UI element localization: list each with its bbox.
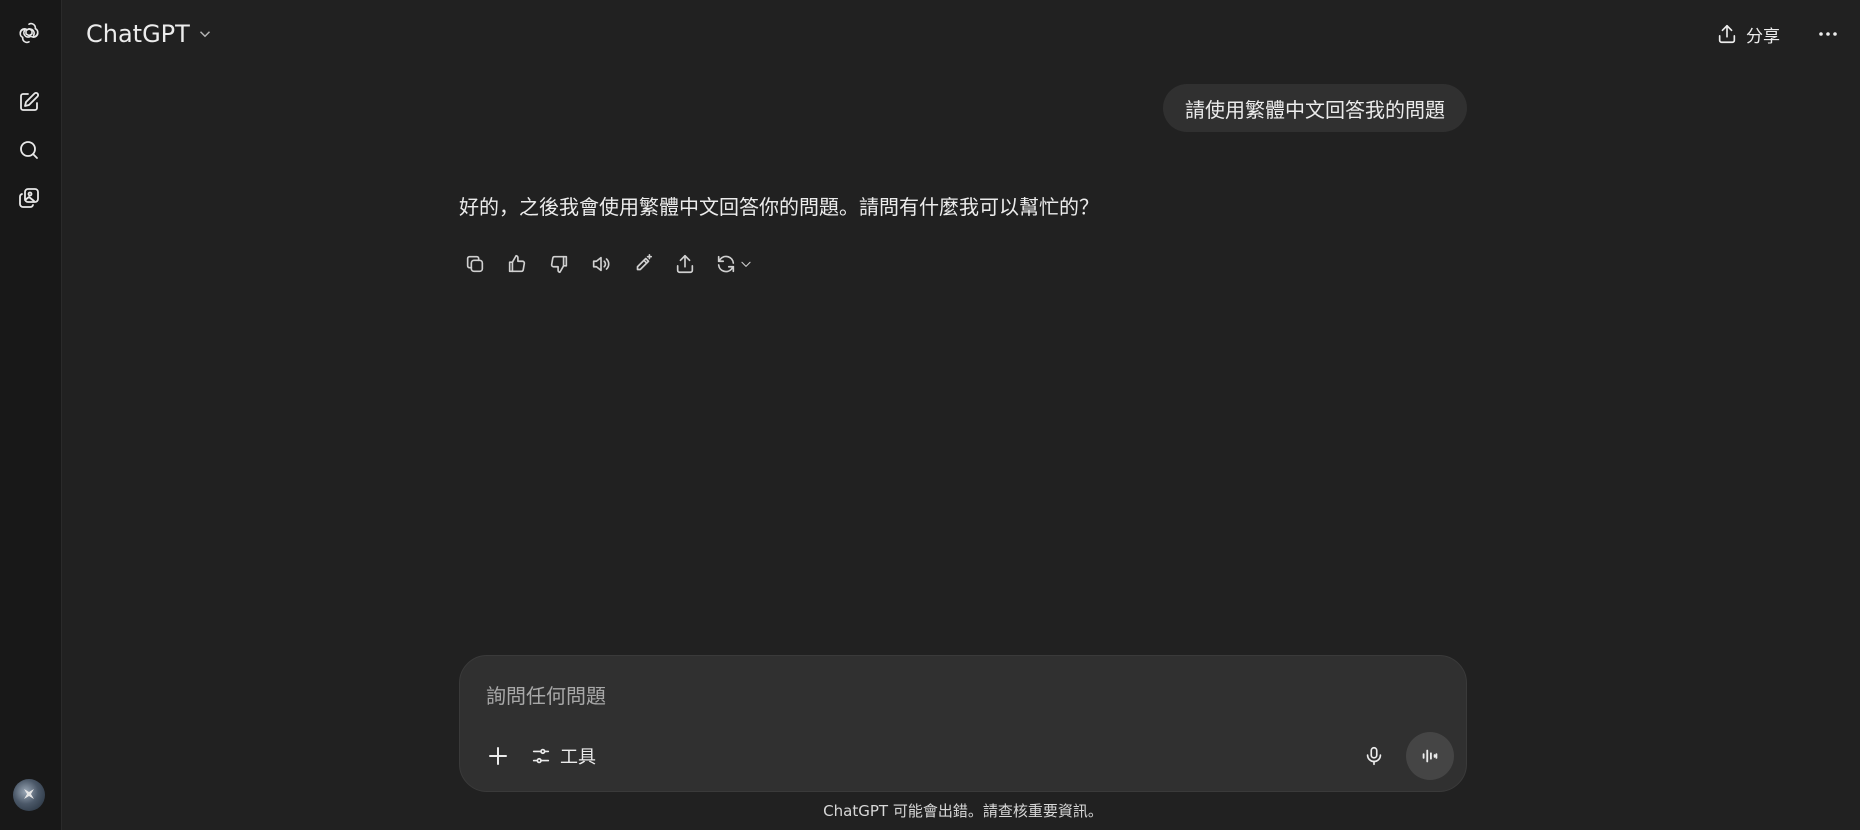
openai-logo-button[interactable] bbox=[13, 17, 45, 49]
more-horizontal-icon bbox=[1819, 32, 1837, 36]
share-icon bbox=[1718, 24, 1736, 44]
dictate-button[interactable] bbox=[1354, 736, 1394, 776]
voice-mode-button[interactable] bbox=[1406, 732, 1454, 780]
composer: 工具 bbox=[459, 655, 1467, 792]
tools-button[interactable]: 工具 bbox=[530, 736, 596, 776]
plus-icon bbox=[489, 747, 507, 765]
thumbs-up-icon bbox=[508, 254, 526, 273]
share-button[interactable]: 分享 bbox=[1716, 18, 1780, 50]
more-options-button[interactable] bbox=[1812, 18, 1844, 50]
user-message-text: 請使用繁體中文回答我的問題 bbox=[1185, 97, 1445, 122]
microphone-icon bbox=[1366, 746, 1382, 766]
sliders-icon bbox=[532, 748, 550, 764]
chevron-down-icon bbox=[741, 261, 751, 267]
attach-button[interactable] bbox=[478, 736, 518, 776]
read-aloud-button[interactable] bbox=[585, 248, 617, 280]
model-name: ChatGPT bbox=[86, 20, 190, 48]
disclaimer-text: ChatGPT 可能會出錯。請查核重要資訊。 bbox=[823, 802, 1103, 820]
library-button[interactable] bbox=[13, 182, 45, 214]
voice-wave-icon bbox=[1422, 749, 1438, 763]
copy-icon bbox=[466, 255, 484, 273]
good-response-button[interactable] bbox=[501, 248, 533, 280]
bad-response-button[interactable] bbox=[543, 248, 575, 280]
user-message-bubble: 請使用繁體中文回答我的問題 bbox=[1163, 84, 1467, 132]
message-actions bbox=[459, 248, 757, 280]
search-chats-button[interactable] bbox=[13, 134, 45, 166]
images-icon bbox=[19, 188, 39, 208]
edit-sparkle-icon bbox=[636, 254, 653, 271]
chat-app: ChatGPT 分享 請使用繁體中文回答我的問題 好的，之後我會使用繁體中文回答… bbox=[0, 0, 1860, 830]
read-aloud-icon bbox=[592, 256, 610, 272]
share-label: 分享 bbox=[1746, 26, 1780, 47]
share-message-button[interactable] bbox=[669, 248, 701, 280]
search-icon bbox=[20, 141, 38, 159]
tools-label: 工具 bbox=[560, 747, 596, 768]
new-chat-button[interactable] bbox=[13, 86, 45, 118]
thumbs-down-icon bbox=[550, 255, 568, 274]
assistant-message: 好的，之後我會使用繁體中文回答你的問題。請問有什麼我可以幫忙的？ bbox=[459, 195, 1099, 219]
edit-icon bbox=[20, 92, 39, 111]
prompt-input[interactable] bbox=[486, 676, 1386, 716]
openai-logo-icon bbox=[19, 22, 39, 44]
chevron-down-icon bbox=[199, 31, 210, 38]
copy-button[interactable] bbox=[459, 248, 491, 280]
share-icon bbox=[676, 254, 694, 274]
model-selector[interactable]: ChatGPT bbox=[86, 16, 214, 52]
edit-in-canvas-button[interactable] bbox=[627, 248, 659, 280]
regenerate-button[interactable] bbox=[711, 248, 757, 280]
sidebar-rail bbox=[0, 0, 62, 830]
regenerate-icon bbox=[717, 255, 735, 273]
